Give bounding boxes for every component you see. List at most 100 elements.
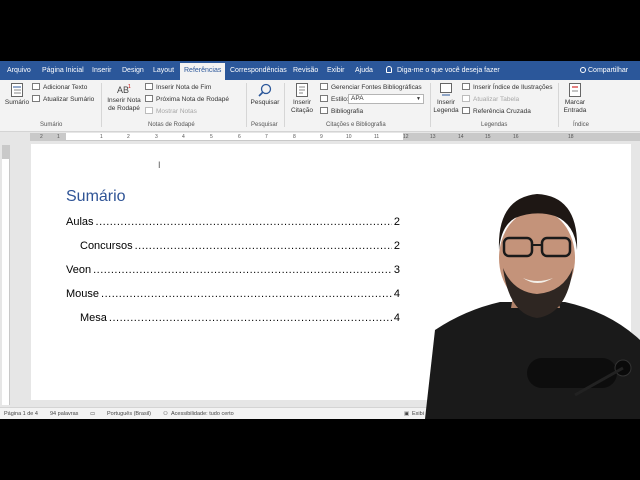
ruler-number: 16 xyxy=(513,134,519,140)
group-label-pesquisar: Pesquisar xyxy=(251,122,278,128)
show-notes-icon xyxy=(145,107,153,114)
ribbon: Sumário Adicionar Texto Atualizar Sumári… xyxy=(0,80,640,132)
group-label-notas: Notas de Rodapé xyxy=(148,122,195,128)
ruler-number: 1 xyxy=(57,134,60,140)
tab-referencias[interactable]: Referências xyxy=(180,63,226,80)
toc-entry-text: Concursos xyxy=(80,240,133,252)
ruler-number: 1 xyxy=(100,134,103,140)
tab-layout[interactable]: Layout xyxy=(153,61,174,80)
next-footnote-label: Próxima Nota de Rodapé xyxy=(156,96,229,103)
citation-style-select[interactable]: APA ▼ xyxy=(348,94,424,104)
tab-arquivo[interactable]: Arquivo xyxy=(7,61,31,80)
research-button[interactable]: Pesquisar xyxy=(249,83,281,107)
mark-entry-button[interactable]: Marcar Entrada xyxy=(561,83,589,115)
group-divider xyxy=(430,83,431,127)
toc-entry-text: Veon xyxy=(66,264,92,276)
bibliography-icon xyxy=(320,107,328,114)
manage-sources-icon xyxy=(320,83,328,90)
group-divider xyxy=(246,83,247,127)
group-divider xyxy=(101,83,102,127)
person-icon xyxy=(580,67,586,73)
ruler-number: 10 xyxy=(346,134,352,140)
cross-reference-label: Referência Cruzada xyxy=(473,108,531,115)
tab-design[interactable]: Design xyxy=(122,61,144,80)
toc-entry-text: Mesa xyxy=(80,312,107,324)
ruler-number: 7 xyxy=(265,134,268,140)
toc-button[interactable]: Sumário xyxy=(4,83,30,107)
next-footnote-button[interactable]: Próxima Nota de Rodapé xyxy=(145,95,229,105)
text-cursor-icon: I xyxy=(158,160,161,170)
manage-sources-button[interactable]: Gerenciar Fontes Bibliográficas xyxy=(320,83,422,93)
status-accessibility[interactable]: Acessibilidade: tudo certo xyxy=(171,408,234,419)
toc-entry[interactable]: Aulas 2 xyxy=(66,216,400,230)
mark-entry-label-1: Marcar xyxy=(564,99,586,106)
toc-entry[interactable]: Mouse 4 xyxy=(66,288,400,302)
status-language[interactable]: Português (Brasil) xyxy=(107,408,151,419)
insert-footnote-button[interactable]: AB 1 Inserir Nota de Rodapé xyxy=(105,83,143,113)
presenter-webcam xyxy=(425,194,640,419)
status-page-count[interactable]: Página 1 de 4 xyxy=(4,408,38,419)
tab-correspondencias[interactable]: Correspondências xyxy=(230,61,287,80)
footnote-icon: AB1 xyxy=(117,84,131,95)
update-table-button[interactable]: Atualizar Tabela xyxy=(462,95,519,105)
ruler-number: 2 xyxy=(127,134,130,140)
mark-entry-icon xyxy=(569,83,581,97)
status-view[interactable]: Exibi xyxy=(412,408,424,419)
proofing-icon[interactable]: ▭ xyxy=(90,408,95,419)
caption-icon xyxy=(440,83,452,96)
status-word-count[interactable]: 94 palavras xyxy=(50,408,78,419)
tab-exibir[interactable]: Exibir xyxy=(327,61,345,80)
horizontal-ruler[interactable]: 2 1 1 2 3 4 5 6 7 8 9 10 11 12 13 14 15 … xyxy=(30,133,640,141)
focus-icon[interactable]: ▣ xyxy=(404,408,409,419)
bibliography-button[interactable]: Bibliografia xyxy=(320,107,363,117)
tab-pagina-inicial[interactable]: Página Inicial xyxy=(42,61,84,80)
tab-revisao[interactable]: Revisão xyxy=(293,61,318,80)
insert-caption-button[interactable]: Inserir Legenda xyxy=(432,83,460,115)
toc-entry-page: 4 xyxy=(393,288,400,300)
toc-leader-dots xyxy=(96,216,392,228)
insert-citation-button[interactable]: Inserir Citação xyxy=(287,83,317,115)
ruler-number: 6 xyxy=(238,134,241,140)
insert-caption-label-1: Inserir xyxy=(436,99,456,106)
toc-button-label: Sumário xyxy=(4,99,30,106)
cross-reference-button[interactable]: Referência Cruzada xyxy=(462,107,531,117)
insert-caption-label-2: Legenda xyxy=(433,107,459,114)
toc-entry-page: 4 xyxy=(393,312,400,324)
toc-entry[interactable]: Mesa 4 xyxy=(80,312,400,326)
endnote-icon xyxy=(145,83,153,90)
toc-heading[interactable]: Sumário xyxy=(66,188,126,206)
tab-ajuda[interactable]: Ajuda xyxy=(355,61,373,80)
ruler-number: 14 xyxy=(458,134,464,140)
show-notes-button[interactable]: Mostrar Notas xyxy=(145,107,197,117)
ruler-number: 9 xyxy=(320,134,323,140)
insert-citation-label-1: Inserir xyxy=(292,99,312,106)
ruler-number: 2 xyxy=(40,134,43,140)
insert-footnote-label-2: de Rodapé xyxy=(108,105,140,112)
ruler-left-margin xyxy=(30,133,66,141)
style-label: Estilo: xyxy=(331,96,349,103)
tell-me-text: Diga-me o que você deseja fazer xyxy=(397,67,500,74)
manage-sources-label: Gerenciar Fontes Bibliográficas xyxy=(331,84,422,91)
vertical-ruler[interactable] xyxy=(2,145,10,405)
accessibility-icon: ⚇ xyxy=(163,411,168,417)
group-divider xyxy=(284,83,285,127)
ruler-number: 4 xyxy=(182,134,185,140)
ruler-number: 12 xyxy=(403,134,409,140)
update-toc-button[interactable]: Atualizar Sumário xyxy=(32,95,94,105)
video-frame: Arquivo Página Inicial Inserir Design La… xyxy=(0,0,640,480)
share-button[interactable]: Compartilhar xyxy=(580,61,628,80)
toc-entry[interactable]: Veon 3 xyxy=(66,264,400,278)
chevron-down-icon: ▼ xyxy=(416,96,421,102)
toc-leader-dots xyxy=(101,288,392,300)
insert-figures-index-button[interactable]: Inserir Índice de Ilustrações xyxy=(462,83,552,93)
insert-citation-label-2: Citação xyxy=(290,107,314,114)
tab-inserir[interactable]: Inserir xyxy=(92,61,111,80)
cross-reference-icon xyxy=(462,107,470,114)
insert-endnote-button[interactable]: Inserir Nota de Fim xyxy=(145,83,211,93)
toc-entry[interactable]: Concursos 2 xyxy=(80,240,400,254)
tell-me-box[interactable]: Diga-me o que você deseja fazer xyxy=(386,61,500,80)
toc-leader-dots xyxy=(109,312,392,324)
add-text-button[interactable]: Adicionar Texto xyxy=(32,83,87,93)
toc-entry-page: 3 xyxy=(393,264,400,276)
insert-footnote-label-1: Inserir Nota xyxy=(107,97,141,104)
